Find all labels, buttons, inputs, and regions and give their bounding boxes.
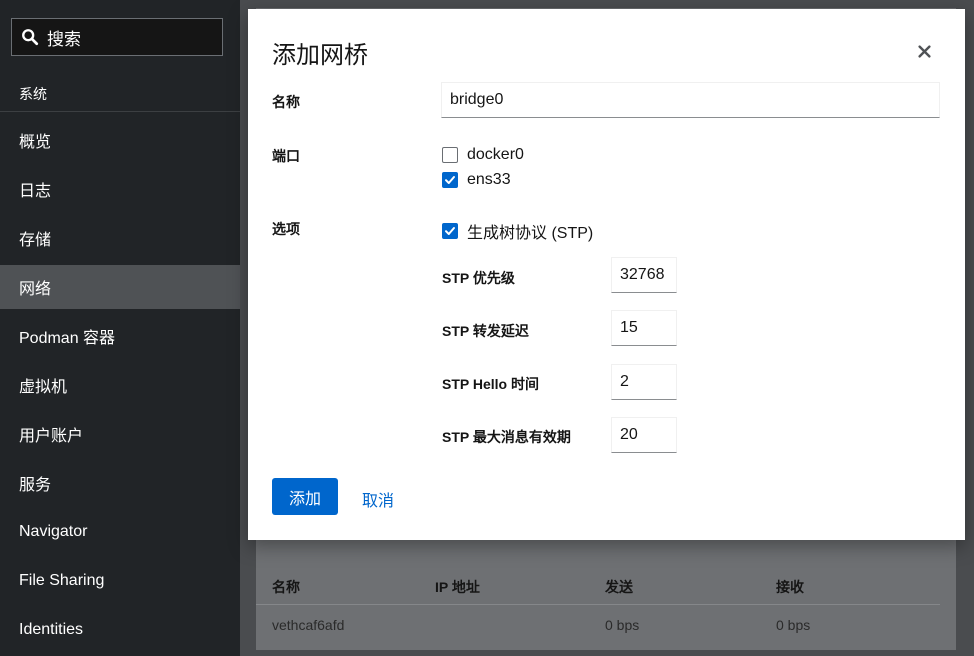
column-header-name: 名称 (272, 579, 300, 595)
close-button[interactable] (912, 39, 936, 63)
port-label: ens33 (467, 171, 511, 188)
ports-label: 端口 (272, 148, 300, 164)
sidebar-item-label: 日志 (19, 183, 52, 200)
sidebar: 搜索 系统 概览 日志 存储 网络 Podman 容器 虚拟机 用户账户 服务 … (0, 0, 240, 656)
port-label: docker0 (467, 146, 524, 163)
sidebar-item-label: 虚拟机 (19, 379, 68, 396)
sidebar-item-logs[interactable]: 日志 (0, 167, 240, 211)
interfaces-table-header: 名称 IP 地址 发送 接收 (272, 577, 940, 597)
stp-hello-time-input[interactable] (611, 364, 677, 400)
stp-max-age-input[interactable] (611, 417, 677, 453)
name-label: 名称 (272, 94, 300, 110)
sidebar-item-identities[interactable]: Identities (0, 608, 240, 652)
options-label: 选项 (272, 221, 300, 237)
port-ens33[interactable]: ens33 (442, 171, 511, 189)
sidebar-item-networking[interactable]: 网络 (0, 265, 240, 309)
sidebar-item-navigator[interactable]: Navigator (0, 510, 240, 554)
port-docker0[interactable]: docker0 (442, 146, 524, 164)
stp-max-age-label: STP 最大消息有效期 (442, 429, 571, 445)
add-button[interactable]: 添加 (272, 478, 338, 515)
checkmark-icon (445, 227, 455, 235)
search-label: 搜索 (47, 29, 81, 49)
sidebar-item-accounts[interactable]: 用户账户 (0, 412, 240, 456)
stp-priority-label: STP 优先级 (442, 270, 515, 286)
column-header-receiving: 接收 (776, 579, 804, 595)
sidebar-item-label: Identities (19, 621, 84, 638)
search-icon (22, 29, 39, 46)
stp-checkbox-label: 生成树协议 (STP) (467, 225, 594, 242)
sidebar-item-services[interactable]: 服务 (0, 461, 240, 505)
sidebar-item-podman[interactable]: Podman 容器 (0, 314, 240, 358)
table-cell-sending: 0 bps (605, 617, 640, 633)
stp-priority-input[interactable] (611, 257, 677, 293)
sidebar-item-label: 服务 (19, 477, 52, 494)
name-input[interactable] (441, 82, 940, 118)
table-cell-receiving: 0 bps (776, 617, 811, 633)
sidebar-item-label: 用户账户 (19, 428, 84, 445)
dialog-title: 添加网桥 (272, 42, 368, 69)
table-cell-name: vethcaf6afd (272, 617, 345, 633)
stp-forward-delay-input[interactable] (611, 310, 677, 346)
sidebar-item-label: Podman 容器 (19, 330, 116, 347)
sidebar-item-label: Navigator (19, 523, 88, 540)
checkbox[interactable] (442, 172, 458, 188)
section-label-system: 系统 (19, 86, 47, 102)
stp-forward-delay-label: STP 转发延迟 (442, 323, 529, 339)
column-header-sending: 发送 (605, 579, 633, 595)
close-icon (917, 44, 931, 58)
cancel-button[interactable]: 取消 (362, 487, 394, 511)
checkbox[interactable] (442, 223, 458, 239)
divider (0, 111, 240, 112)
checkmark-icon (445, 176, 455, 184)
sidebar-item-virtual-machines[interactable]: 虚拟机 (0, 363, 240, 407)
add-bridge-dialog: 添加网桥 名称 端口 docker0 ens33 选项 生成树协议 (STP) … (248, 9, 965, 540)
search-input[interactable]: 搜索 (11, 18, 223, 56)
sidebar-item-overview[interactable]: 概览 (0, 118, 240, 162)
stp-option[interactable]: 生成树协议 (STP) (442, 219, 593, 243)
stp-hello-time-label: STP Hello 时间 (442, 376, 539, 392)
sidebar-item-storage[interactable]: 存储 (0, 216, 240, 260)
sidebar-item-file-sharing[interactable]: File Sharing (0, 559, 240, 603)
divider (256, 604, 940, 605)
table-cell-ip (435, 617, 605, 633)
sidebar-item-label: 概览 (19, 134, 52, 151)
checkbox[interactable] (442, 147, 458, 163)
sidebar-item-label: File Sharing (19, 572, 105, 589)
column-header-ip: IP 地址 (435, 579, 480, 595)
sidebar-item-label: 存储 (19, 232, 52, 249)
table-row[interactable]: vethcaf6afd 0 bps 0 bps (272, 617, 940, 633)
sidebar-item-label: 网络 (19, 281, 52, 298)
